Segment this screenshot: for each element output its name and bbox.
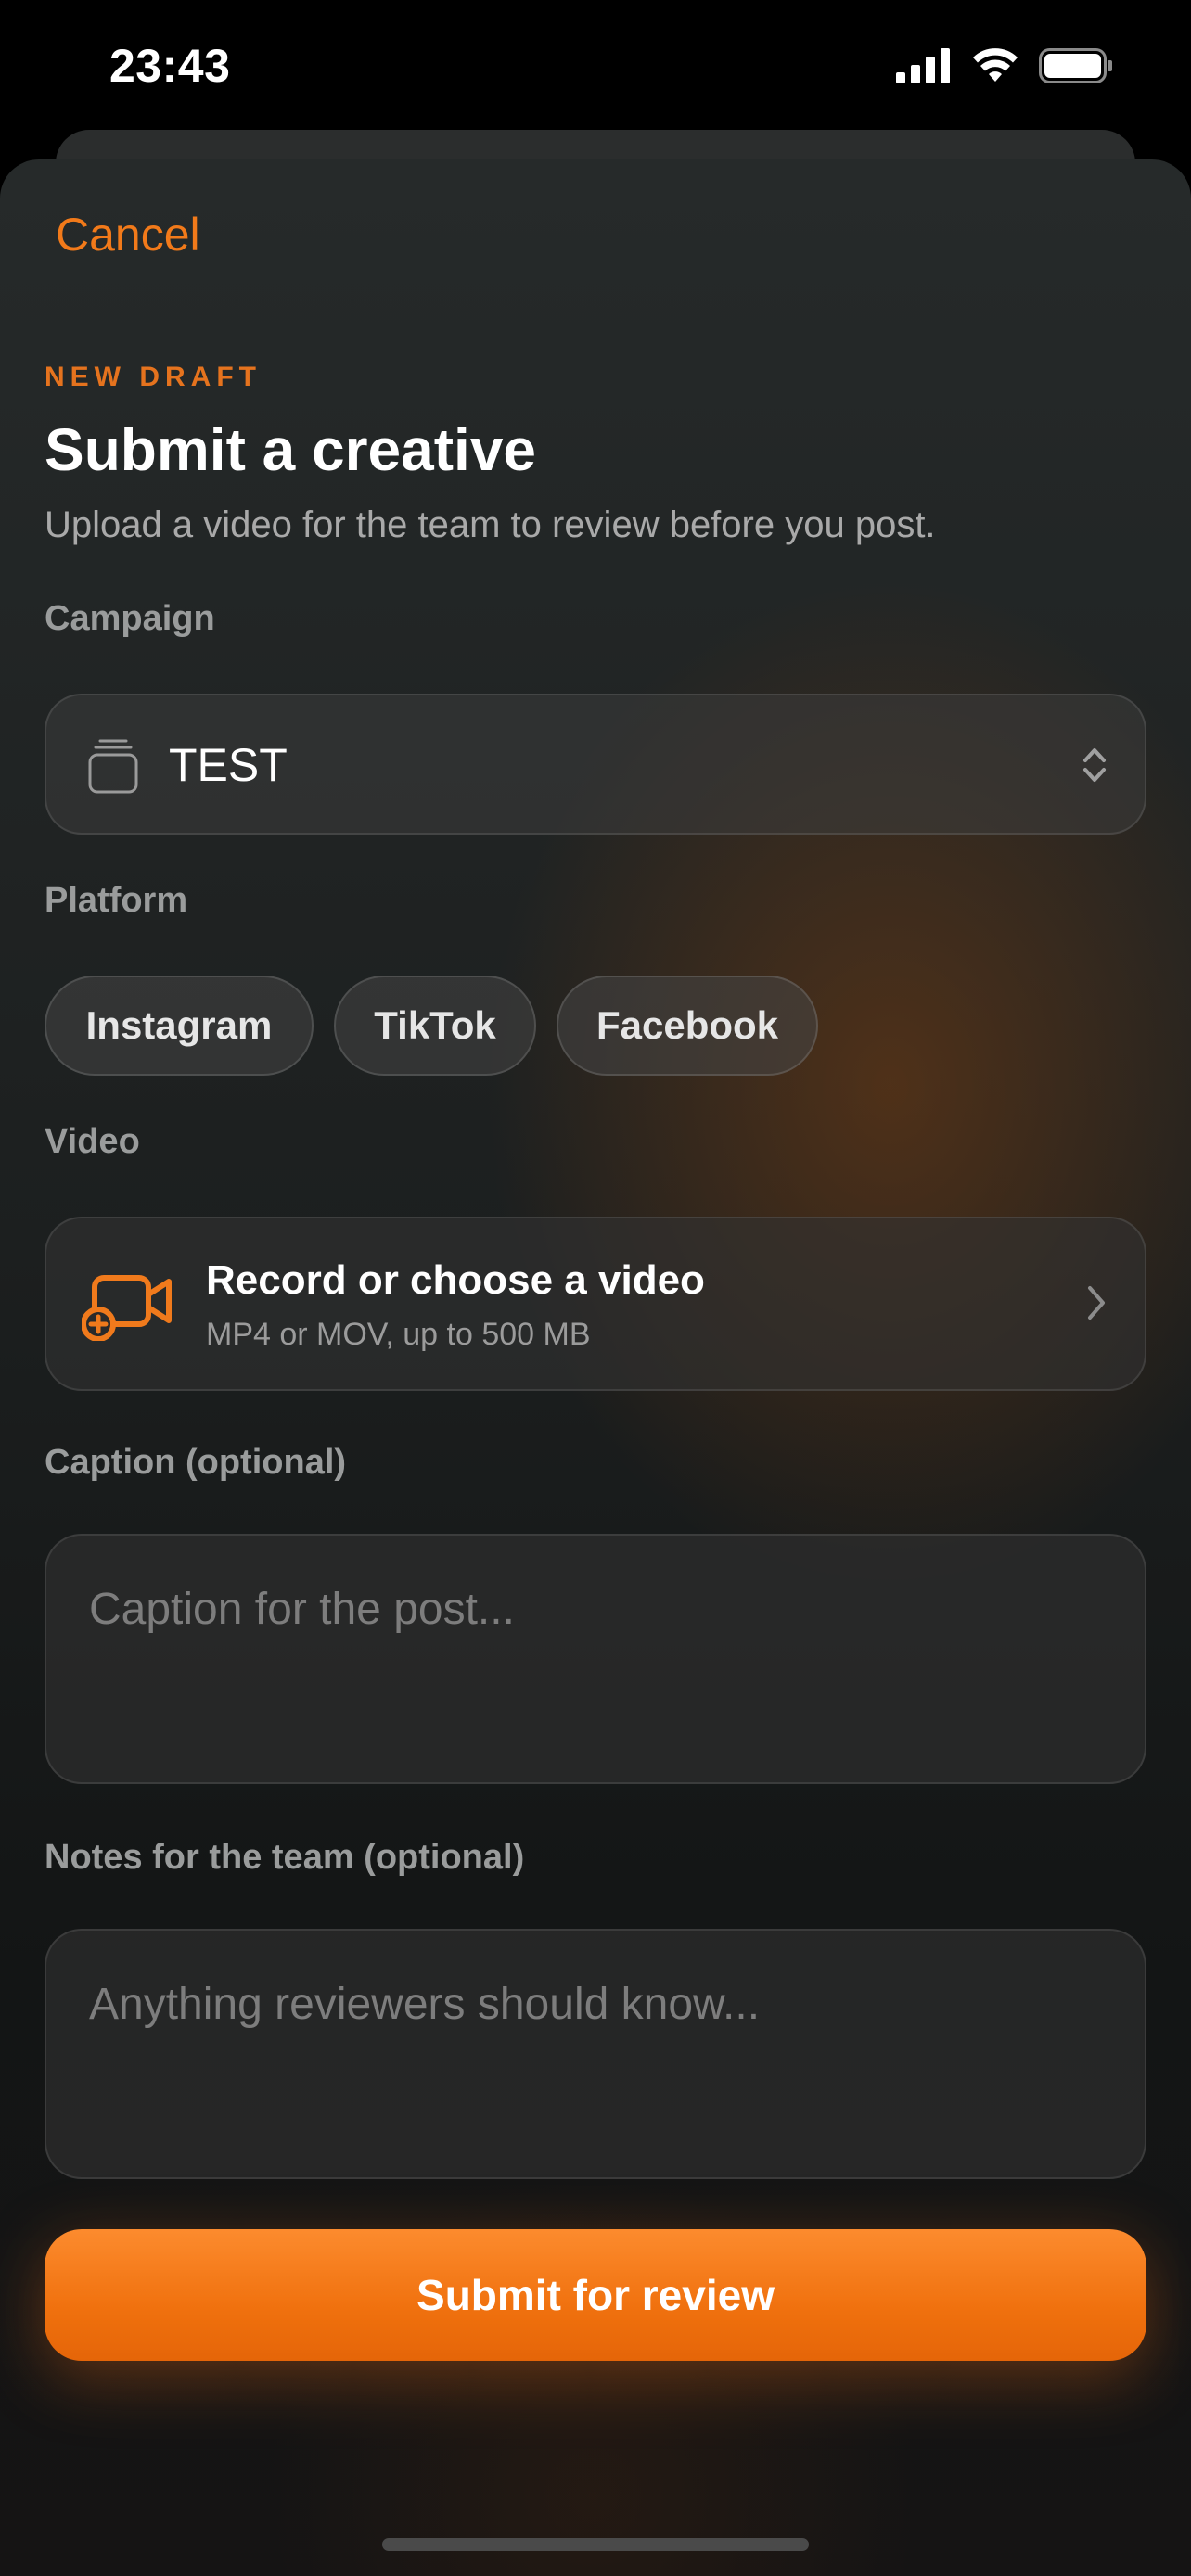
page-title: Submit a creative — [45, 416, 536, 483]
notes-field[interactable]: Anything reviewers should know... — [45, 1929, 1146, 2179]
submit-for-review-button[interactable]: Submit for review — [45, 2229, 1146, 2361]
page-subtitle: Upload a video for the team to review be… — [45, 504, 936, 545]
video-card-title: Record or choose a video — [206, 1257, 705, 1303]
submit-creative-sheet: Cancel NEW DRAFT Submit a creative Uploa… — [0, 159, 1191, 2576]
status-time: 23:43 — [109, 40, 231, 92]
chevron-right-icon — [1088, 1286, 1105, 1320]
caption-placeholder: Caption for the post... — [89, 1585, 515, 1634]
caption-field[interactable]: Caption for the post... — [45, 1534, 1146, 1784]
stack-icon — [88, 739, 138, 794]
wifi-icon — [973, 48, 1018, 82]
choose-video-button[interactable]: Record or choose a video MP4 or MOV, up … — [45, 1217, 1146, 1391]
caption-label: Caption (optional) — [45, 1443, 347, 1482]
video-card-subtitle: MP4 or MOV, up to 500 MB — [206, 1317, 591, 1352]
platform-chip-facebook[interactable]: Facebook — [557, 976, 818, 1076]
notes-placeholder: Anything reviewers should know... — [89, 1980, 761, 2029]
status-icons — [896, 48, 1113, 83]
video-plus-icon — [82, 1275, 172, 1341]
platform-chip-tiktok[interactable]: TikTok — [334, 976, 536, 1076]
home-indicator — [382, 2538, 809, 2551]
status-bar: 23:43 — [0, 0, 1191, 139]
eyebrow-label: NEW DRAFT — [45, 362, 262, 392]
chevron-up-down-icon — [1083, 748, 1106, 782]
notes-label: Notes for the team (optional) — [45, 1838, 525, 1877]
platform-chip-instagram[interactable]: Instagram — [45, 976, 314, 1076]
campaign-value: TEST — [169, 739, 288, 791]
platform-label: Platform — [45, 881, 188, 920]
battery-icon — [1039, 48, 1112, 83]
cancel-button[interactable]: Cancel — [56, 208, 200, 261]
campaign-select[interactable]: TEST — [45, 694, 1146, 835]
campaign-label: Campaign — [45, 599, 215, 638]
cellular-signal-icon — [896, 48, 950, 83]
video-label: Video — [45, 1122, 140, 1161]
